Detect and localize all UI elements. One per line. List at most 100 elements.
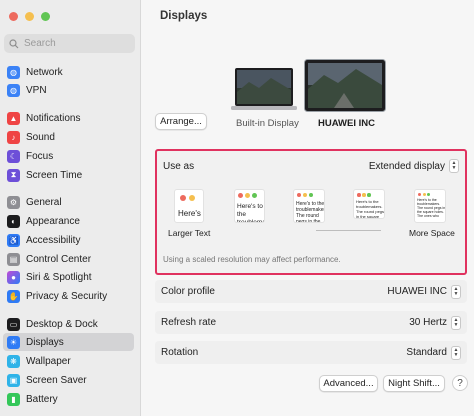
bell-icon: ▲	[7, 111, 20, 125]
wallpaper-icon: ❋	[7, 354, 20, 368]
refresh-rate-row[interactable]: Refresh rate 30 Hertz ▲ ▼	[155, 311, 467, 334]
color-profile-label: Color profile	[161, 286, 215, 297]
sidebar-item-general[interactable]: ⚙ General	[3, 193, 134, 211]
sidebar-item-sound[interactable]: ♪ Sound	[3, 128, 134, 146]
search-placeholder: Search	[24, 38, 56, 49]
sidebar: Search ◍ Network ◍ VPN ▲ Notifications ♪…	[0, 0, 141, 416]
use-as-label: Use as	[163, 160, 195, 172]
rotation-value: Standard	[406, 347, 447, 358]
night-shift-button-label: Night Shift...	[388, 378, 440, 389]
sidebar-item-focus[interactable]: ☾ Focus	[3, 147, 134, 165]
huawei-display-label[interactable]: HUAWEI INC	[318, 118, 375, 129]
resolution-preview: Here's	[174, 189, 204, 223]
help-button[interactable]: ?	[452, 375, 468, 391]
popup-stepper-icon: ▲ ▼	[449, 159, 459, 173]
dock-icon: ▭	[7, 317, 20, 331]
close-window-button[interactable]	[9, 12, 18, 21]
popup-stepper-icon: ▲ ▼	[451, 315, 461, 330]
night-shift-button[interactable]: Night Shift...	[383, 375, 445, 392]
sidebar-item-siri-spotlight[interactable]: ● Siri & Spotlight	[3, 268, 134, 286]
rotation-select[interactable]: Standard ▲ ▼	[406, 345, 461, 360]
search-input[interactable]: Search	[4, 34, 135, 53]
battery-icon: ▮	[7, 392, 20, 406]
use-as-value: Extended display	[368, 160, 445, 172]
sidebar-item-desktop-dock[interactable]: ▭ Desktop & Dock	[3, 315, 134, 333]
sidebar-item-displays[interactable]: ☀ Displays	[3, 333, 134, 351]
help-icon: ?	[457, 377, 463, 389]
sidebar-item-notifications[interactable]: ▲ Notifications	[3, 109, 134, 127]
rotation-row[interactable]: Rotation Standard ▲ ▼	[155, 341, 467, 364]
sidebar-item-label: Notifications	[26, 112, 81, 124]
refresh-rate-select[interactable]: 30 Hertz ▲ ▼	[409, 315, 461, 330]
huawei-display-thumbnail[interactable]	[304, 59, 386, 115]
search-icon	[9, 38, 19, 48]
display-options-panel: Use as Extended display ▲ ▼ Here's Larger…	[155, 149, 467, 275]
minimize-window-button[interactable]	[25, 12, 34, 21]
speaker-icon: ♪	[7, 130, 20, 144]
zoom-window-button[interactable]	[41, 12, 50, 21]
color-profile-select[interactable]: HUAWEI INC ▲ ▼	[387, 284, 461, 299]
sidebar-item-label: VPN	[26, 84, 47, 96]
built-in-display-thumbnail[interactable]	[231, 66, 297, 112]
sidebar-item-privacy-security[interactable]: ✋ Privacy & Security	[3, 287, 134, 305]
display-arrangement: Arrange... Built-in Display HUAWEI INC	[141, 56, 474, 146]
sidebar-item-label: Screen Saver	[26, 374, 87, 386]
use-as-row: Use as Extended display ▲ ▼	[163, 157, 459, 175]
preview-text: Here's to the troublemakers. The round p…	[356, 199, 385, 219]
page-title: Displays	[160, 10, 208, 22]
main-pane: Displays Arrange... Built-in Display HUA…	[141, 0, 474, 416]
resolution-option-3[interactable]: Here's to the troublemakers. The round p…	[293, 189, 325, 223]
sidebar-item-label: Sound	[26, 131, 55, 143]
sidebar-item-control-center[interactable]: ▤ Control Center	[3, 250, 134, 268]
sidebar-item-wallpaper[interactable]: ❋ Wallpaper	[3, 352, 134, 370]
sidebar-item-label: General	[26, 196, 62, 208]
arrange-button[interactable]: Arrange...	[155, 113, 207, 130]
refresh-rate-value: 30 Hertz	[409, 317, 447, 328]
screensaver-icon: ▣	[7, 373, 20, 387]
larger-text-label: Larger Text	[168, 228, 211, 238]
use-as-select[interactable]: Extended display ▲ ▼	[369, 159, 459, 173]
preview-traffic-lights	[297, 193, 313, 197]
rotation-label: Rotation	[161, 347, 199, 358]
sidebar-item-label: Privacy & Security	[26, 290, 108, 302]
accessibility-icon: ♿	[7, 233, 20, 247]
sidebar-item-network[interactable]: ◍ Network	[3, 63, 134, 81]
preview-text: Here's to the troublemakers	[237, 203, 265, 223]
scaled-resolution-note: Using a scaled resolution may affect per…	[163, 255, 341, 264]
sidebar-item-label: Displays	[26, 336, 64, 348]
advanced-button[interactable]: Advanced...	[319, 375, 378, 392]
popup-stepper-icon: ▲ ▼	[451, 284, 461, 299]
resolution-divider	[316, 230, 381, 231]
resolution-option-4[interactable]: Here's to the troublemakers. The round p…	[353, 189, 385, 219]
hourglass-icon: ⧗	[7, 168, 20, 182]
network-icon: ◍	[7, 65, 20, 79]
refresh-rate-label: Refresh rate	[161, 317, 217, 328]
resolution-option-2[interactable]: Here's to the troublemakers	[234, 189, 265, 223]
sidebar-item-accessibility[interactable]: ♿ Accessibility	[3, 231, 134, 249]
preview-text: Here's to the troublemakers. The round p…	[417, 198, 446, 218]
preview-traffic-lights	[418, 193, 430, 196]
popup-stepper-icon: ▲ ▼	[451, 345, 461, 360]
sun-icon: ☀	[7, 335, 20, 349]
sidebar-item-label: Screen Time	[26, 169, 83, 181]
sidebar-item-label: Control Center	[26, 253, 92, 265]
color-profile-row[interactable]: Color profile HUAWEI INC ▲ ▼	[155, 280, 467, 303]
preview-text: Here's to the troublemakers. The round p…	[296, 201, 325, 223]
preview-traffic-lights	[238, 193, 257, 198]
sidebar-item-label: Accessibility	[26, 234, 81, 246]
built-in-display-label[interactable]: Built-in Display	[236, 118, 299, 129]
sidebar-item-appearance[interactable]: ◐ Appearance	[3, 212, 134, 230]
arrange-button-label: Arrange...	[160, 116, 202, 127]
sidebar-item-label: Desktop & Dock	[26, 318, 98, 330]
sidebar-item-label: Focus	[26, 150, 54, 162]
sidebar-item-vpn[interactable]: ◍ VPN	[3, 81, 134, 99]
sidebar-item-screen-time[interactable]: ⧗ Screen Time	[3, 166, 134, 184]
sidebar-item-screen-saver[interactable]: ▣ Screen Saver	[3, 371, 134, 389]
more-space-label: More Space	[409, 228, 455, 238]
sidebar-item-battery[interactable]: ▮ Battery	[3, 390, 134, 408]
preview-traffic-lights	[180, 195, 195, 201]
siri-icon: ●	[7, 270, 20, 284]
appearance-icon: ◐	[7, 214, 20, 228]
sidebar-item-label: Siri & Spotlight	[26, 271, 92, 283]
preview-traffic-lights	[357, 193, 371, 197]
